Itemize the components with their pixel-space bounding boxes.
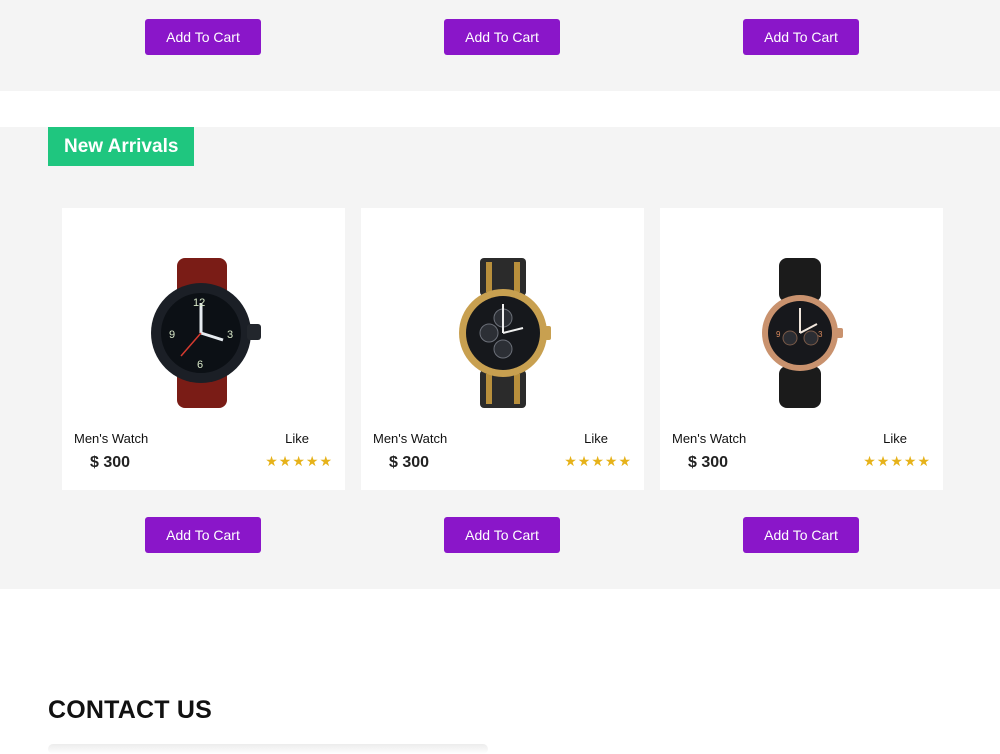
add-to-cart-button[interactable]: Add To Cart — [743, 517, 859, 553]
product-price: $ 300 — [90, 454, 131, 471]
add-to-cart-button[interactable]: Add To Cart — [145, 19, 261, 55]
add-to-cart-button[interactable]: Add To Cart — [444, 19, 560, 55]
star-icon: ★ — [863, 453, 877, 469]
star-icon: ★ — [265, 453, 279, 469]
star-icon: ★ — [305, 453, 320, 469]
watch-icon — [458, 258, 551, 408]
svg-text:6: 6 — [197, 359, 203, 371]
star-icon: ★ — [890, 453, 904, 469]
rating-stars: ★★★★★ — [863, 453, 931, 470]
star-icon: ★ — [292, 453, 306, 469]
star-icon: ★ — [319, 453, 333, 469]
product-name: Men's Watch — [672, 431, 747, 446]
like-button[interactable]: Like — [883, 431, 907, 446]
star-icon: ★ — [903, 453, 918, 469]
star-icon: ★ — [917, 453, 931, 469]
star-icon: ★ — [278, 453, 293, 469]
like-button[interactable]: Like — [584, 431, 608, 446]
watch-icon: 3 9 — [761, 258, 843, 408]
product-price: $ 300 — [688, 454, 729, 471]
product-image[interactable] — [361, 228, 644, 438]
svg-text:9: 9 — [776, 330, 781, 339]
contact-form-edge — [48, 744, 488, 754]
star-icon: ★ — [591, 453, 605, 469]
product-price: $ 300 — [389, 454, 430, 471]
star-icon: ★ — [604, 453, 619, 469]
product-name: Men's Watch — [74, 431, 149, 446]
svg-text:3: 3 — [227, 329, 233, 341]
product-card[interactable]: Men's Watch Like $ 300 ★★★★★ — [361, 208, 644, 490]
star-icon: ★ — [876, 453, 891, 469]
product-image[interactable]: 3 9 — [660, 228, 943, 438]
svg-text:9: 9 — [169, 329, 175, 341]
star-icon: ★ — [577, 453, 592, 469]
add-to-cart-button[interactable]: Add To Cart — [444, 517, 560, 553]
product-name: Men's Watch — [373, 431, 448, 446]
product-image[interactable]: 12 9 3 6 — [62, 228, 345, 438]
rating-stars: ★★★★★ — [265, 453, 333, 470]
product-card[interactable]: 3 9 Men's Watch Like $ 300 ★★★★★ — [660, 208, 943, 490]
star-icon: ★ — [564, 453, 578, 469]
add-to-cart-button[interactable]: Add To Cart — [743, 19, 859, 55]
section-title-new-arrivals: New Arrivals — [48, 127, 195, 166]
rating-stars: ★★★★★ — [564, 453, 632, 470]
like-button[interactable]: Like — [285, 431, 309, 446]
add-to-cart-button[interactable]: Add To Cart — [145, 517, 261, 553]
star-icon: ★ — [618, 453, 632, 469]
svg-text:12: 12 — [193, 297, 205, 309]
svg-text:3: 3 — [818, 330, 823, 339]
product-card[interactable]: 12 9 3 6 Men's Watch Like $ 300 ★★★★★ — [62, 208, 345, 490]
watch-icon: 12 9 3 6 — [150, 258, 261, 408]
contact-us-heading: CONTACT US — [48, 696, 213, 724]
